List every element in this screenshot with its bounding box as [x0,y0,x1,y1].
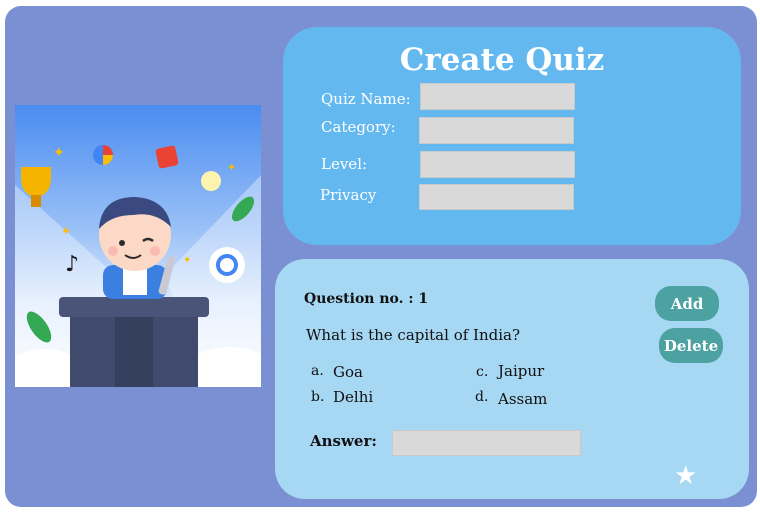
add-button[interactable]: Add [655,286,719,321]
privacy-label: Privacy [320,186,377,204]
delete-button[interactable]: Delete [659,328,723,363]
quiz-name-label: Quiz Name: [321,90,411,108]
quiz-name-input[interactable] [420,83,575,110]
level-input[interactable] [420,151,575,178]
option-c-letter: c. [476,364,489,380]
option-c-text[interactable]: Jaipur [498,362,544,380]
page-title: Create Quiz [399,42,605,78]
svg-text:♪: ♪ [65,252,79,277]
question-number: Question no. : 1 [304,291,429,307]
category-label: Category: [321,118,396,136]
svg-text:✦: ✦ [61,224,71,238]
option-b-text[interactable]: Delhi [333,388,373,406]
svg-text:✦: ✦ [53,145,65,161]
option-d-letter: d. [475,389,489,405]
svg-text:✦: ✦ [183,255,191,266]
level-label: Level: [321,155,368,173]
star-icon[interactable]: ★ [674,461,697,491]
presenter-illustration: ♪ ✦ ✦ ✦ ✦ [15,145,261,387]
privacy-input[interactable] [419,184,574,210]
quiz-illustration: ♪ ✦ ✦ ✦ ✦ [15,105,261,387]
category-input[interactable] [419,117,574,144]
svg-text:✦: ✦ [227,161,236,174]
answer-input[interactable] [392,430,581,456]
option-a-letter: a. [311,363,324,379]
option-b-letter: b. [311,389,325,405]
option-a-text[interactable]: Goa [333,363,363,381]
answer-label: Answer: [310,432,377,450]
option-d-text[interactable]: Assam [498,390,547,408]
question-text: What is the capital of India? [306,326,521,344]
